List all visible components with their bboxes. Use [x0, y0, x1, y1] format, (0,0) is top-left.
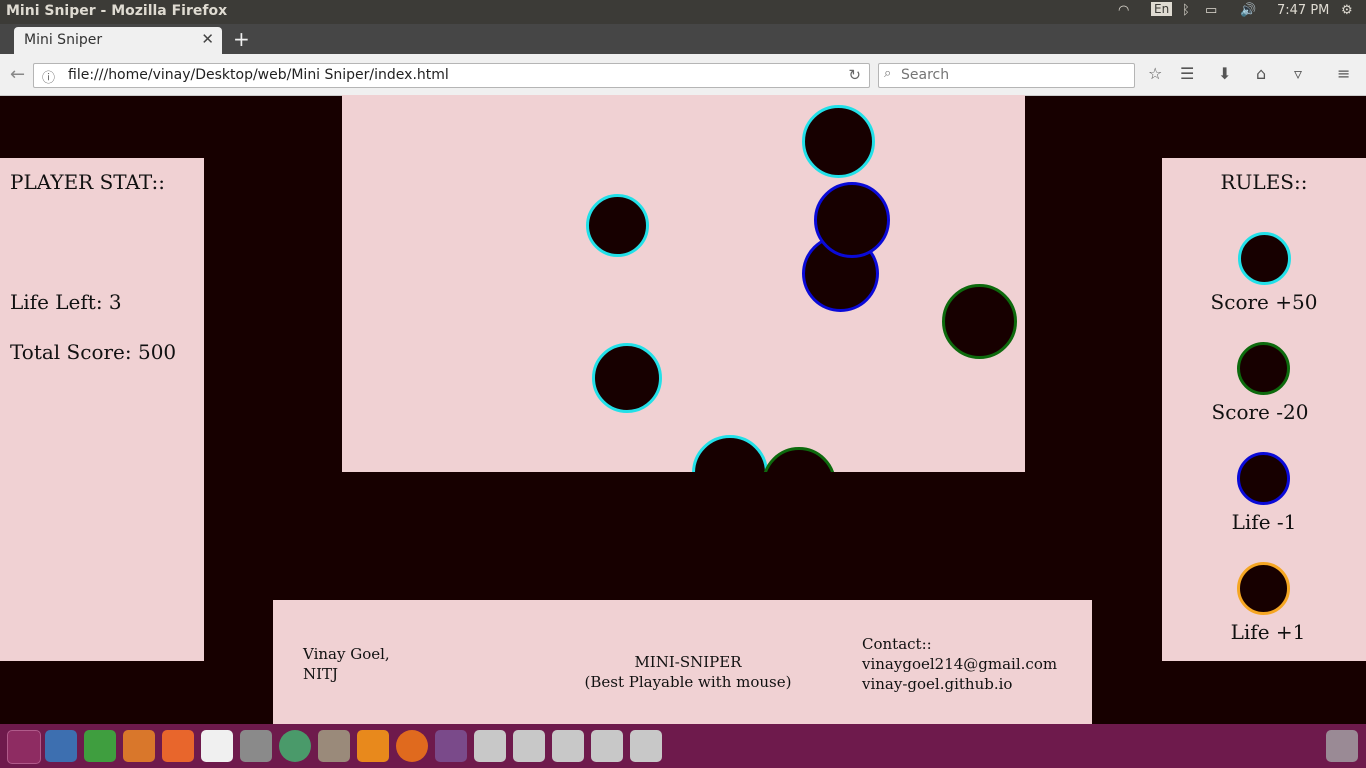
target-blue[interactable]: [814, 182, 890, 258]
game-arena[interactable]: [342, 95, 1025, 472]
contact-heading: Contact::: [862, 635, 932, 653]
system-settings-icon[interactable]: [240, 730, 272, 762]
rule-icon-life-plus: [1237, 562, 1290, 615]
tab-title: Mini Sniper: [24, 32, 103, 48]
download-icon[interactable]: ⬇: [1218, 64, 1231, 83]
pocket-icon[interactable]: ▿: [1294, 64, 1302, 83]
search-bar[interactable]: ⌕: [878, 63, 1135, 88]
wifi-icon[interactable]: ◠: [1118, 3, 1129, 18]
contact-site: vinay-goel.github.io: [862, 675, 1013, 693]
drive-icon[interactable]: [591, 730, 623, 762]
rule-icon-score-minus: [1237, 342, 1290, 395]
game-name: MINI-SNIPER: [634, 653, 742, 671]
rule-icon-life-minus: [1237, 452, 1290, 505]
rule-label: Score +50: [1210, 290, 1318, 314]
home-icon[interactable]: ⌂: [1256, 64, 1266, 83]
close-tab-icon[interactable]: ✕: [201, 30, 214, 48]
target-green[interactable]: [942, 284, 1017, 359]
firefox-icon[interactable]: [396, 730, 428, 762]
url-text[interactable]: file:///home/vinay/Desktop/web/Mini Snip…: [68, 67, 449, 83]
author-org: NITJ: [303, 665, 339, 683]
amazon-icon[interactable]: [201, 730, 233, 762]
url-bar[interactable]: ⓘ file:///home/vinay/Desktop/web/Mini Sn…: [33, 63, 870, 88]
target-green[interactable]: [762, 447, 836, 472]
spreadsheet-icon[interactable]: [84, 730, 116, 762]
rules-heading: RULES::: [1220, 170, 1308, 194]
player-stat-panel: PLAYER STAT:: Life Left: 3 Total Score: …: [0, 158, 204, 661]
browser-tab[interactable]: Mini Sniper ✕: [14, 27, 222, 54]
target-cyan[interactable]: [586, 194, 649, 257]
keyboard-layout-indicator[interactable]: En: [1151, 2, 1173, 16]
archive-manager-icon[interactable]: [318, 730, 350, 762]
target-cyan[interactable]: [692, 435, 768, 472]
clock[interactable]: 7:47 PM: [1277, 3, 1329, 18]
back-arrow-icon[interactable]: ←: [10, 64, 25, 85]
life-left: Life Left: 3: [10, 290, 122, 314]
system-top-bar: Mini Sniper - Mozilla Firefox ◠ En ᛒ ▭ 🔊…: [0, 0, 1366, 24]
target-cyan[interactable]: [592, 343, 662, 413]
author-name: Vinay Goel,: [303, 645, 390, 663]
game-tagline: (Best Playable with mouse): [584, 673, 792, 691]
target-cyan[interactable]: [802, 105, 875, 178]
presentation-icon[interactable]: [123, 730, 155, 762]
ubuntu-logo-icon[interactable]: [7, 730, 41, 764]
info-icon[interactable]: ⓘ: [42, 67, 55, 86]
search-icon: ⌕: [884, 66, 892, 81]
new-tab-icon[interactable]: +: [233, 27, 250, 51]
bluetooth-icon[interactable]: ᛒ: [1182, 3, 1190, 18]
volume-icon[interactable]: 🔊: [1240, 3, 1256, 18]
software-center-icon[interactable]: [162, 730, 194, 762]
footer: Vinay Goel, NITJ MINI-SNIPER (Best Playa…: [273, 600, 1092, 724]
drive-icon[interactable]: [630, 730, 662, 762]
rule-label: Life -1: [1231, 510, 1297, 534]
bookmark-star-icon[interactable]: ☆: [1148, 64, 1162, 83]
battery-icon[interactable]: ▭: [1205, 3, 1217, 18]
reader-list-icon[interactable]: ☰: [1180, 64, 1194, 83]
rules-panel: RULES:: Score +50 Score -20 Life -1 Life…: [1162, 158, 1366, 661]
image-viewer-icon[interactable]: [45, 730, 77, 762]
settings-gear-icon[interactable]: ⚙: [1341, 3, 1353, 18]
reload-icon[interactable]: ↻: [848, 66, 861, 84]
player-stat-heading: PLAYER STAT::: [10, 170, 165, 194]
trash-icon[interactable]: [1326, 730, 1358, 762]
drive-icon[interactable]: [552, 730, 584, 762]
workspace-switcher-icon[interactable]: [435, 730, 467, 762]
rule-icon-score-plus: [1238, 232, 1291, 285]
vlc-icon[interactable]: [357, 730, 389, 762]
search-input[interactable]: [901, 67, 1126, 83]
atom-editor-icon[interactable]: [279, 730, 311, 762]
contact-email: vinaygoel214@gmail.com: [862, 655, 1058, 673]
total-score: Total Score: 500: [10, 340, 177, 364]
drive-icon[interactable]: [513, 730, 545, 762]
rule-label: Score -20: [1211, 400, 1309, 424]
rule-label: Life +1: [1230, 620, 1306, 644]
drive-icon[interactable]: [474, 730, 506, 762]
menu-hamburger-icon[interactable]: ≡: [1337, 64, 1350, 83]
window-title: Mini Sniper - Mozilla Firefox: [6, 3, 228, 19]
